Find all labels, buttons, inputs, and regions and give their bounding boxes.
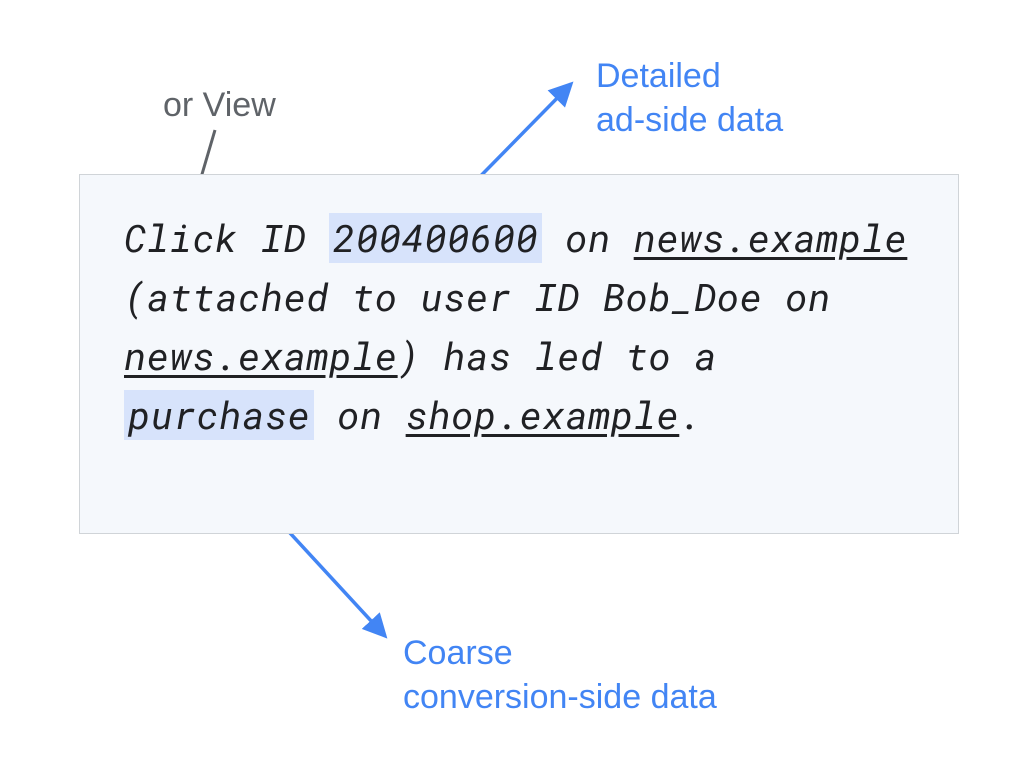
record-action: purchase <box>124 390 314 440</box>
record-tail: . <box>679 390 702 440</box>
attribution-record-text: Click ID 200400600 on news.example (atta… <box>124 209 914 445</box>
record-mid1: (attached to user ID Bob_Doe on <box>124 272 831 322</box>
annotation-detailed-ad-side: Detailed ad-side data <box>596 54 783 142</box>
record-site2: shop.example <box>406 390 680 440</box>
annotation-or-view: or View <box>163 83 276 127</box>
record-site1-again: news.example <box>124 331 398 381</box>
record-pre-id: Click ID <box>124 213 329 263</box>
record-mid3: on <box>314 390 405 440</box>
record-mid2: ) has led to a <box>398 331 717 381</box>
record-click-id: 200400600 <box>329 213 542 263</box>
annotation-coarse-conversion-side: Coarse conversion-side data <box>403 631 717 719</box>
attribution-record-box: Click ID 200400600 on news.example (atta… <box>79 174 959 534</box>
record-site1: news.example <box>634 213 908 263</box>
record-post-id: on <box>542 213 633 263</box>
